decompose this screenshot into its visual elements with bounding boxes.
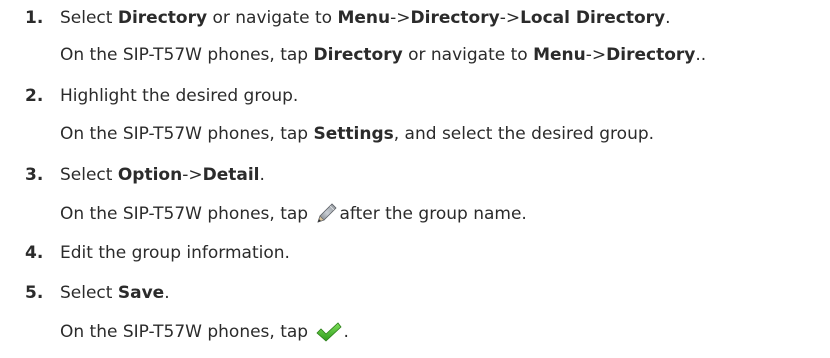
arrow-separator: ->: [182, 165, 203, 185]
procedure-steps: 1. Select Directory or navigate to Menu-…: [0, 0, 830, 358]
text-run: Select: [60, 165, 118, 185]
arrow-separator: ->: [499, 8, 521, 28]
text-run: Select: [60, 8, 118, 28]
step-note-text: On the SIP-T57W phones, tap .: [60, 321, 349, 348]
step-note-text: On the SIP-T57W phones, tap Settings, an…: [60, 124, 654, 144]
step-text: Highlight the desired group.: [60, 86, 299, 106]
ui-term: Directory: [606, 45, 696, 65]
arrow-separator: ->: [585, 45, 607, 65]
text-run: , and select the desired group.: [393, 124, 655, 144]
ui-term: Local Directory: [520, 8, 666, 28]
step-text: Select Directory or navigate to Menu->Di…: [60, 8, 671, 28]
ui-term: Menu: [337, 8, 391, 28]
text-run: On the SIP-T57W phones, tap: [60, 204, 314, 224]
step-text: Select Save.: [60, 283, 170, 303]
ui-term: Menu: [533, 45, 586, 65]
ui-term: Save: [117, 283, 165, 303]
arrow-separator: ->: [390, 8, 411, 28]
step-number: 3.: [25, 165, 44, 185]
text-run: Select: [60, 283, 118, 303]
text-run: .: [164, 283, 170, 303]
text-run: .: [343, 322, 349, 342]
ui-term: Detail: [202, 165, 260, 185]
checkmark-icon: [315, 321, 343, 348]
step-note-text: On the SIP-T57W phones, tap after the gr…: [60, 201, 527, 230]
text-run: or navigate to: [402, 45, 534, 65]
text-run: or navigate to: [207, 8, 338, 28]
step-number: 1.: [25, 8, 44, 28]
text-run: after the group name.: [339, 204, 527, 224]
ui-term: Directory: [313, 45, 403, 65]
step-number: 5.: [25, 283, 44, 303]
text-run: On the SIP-T57W phones, tap: [60, 45, 314, 65]
text-run: .: [259, 165, 265, 185]
ui-term: Directory: [117, 8, 208, 28]
step-number: 4.: [25, 243, 44, 263]
text-run: ..: [695, 45, 707, 65]
step-text: Select Option->Detail.: [60, 165, 265, 185]
step-text: Edit the group information.: [60, 243, 290, 263]
step-note-text: On the SIP-T57W phones, tap Directory or…: [60, 45, 706, 65]
text-run: .: [665, 8, 671, 28]
pencil-edit-icon: [315, 201, 339, 230]
text-run: On the SIP-T57W phones, tap: [60, 322, 314, 342]
text-run: On the SIP-T57W phones, tap: [60, 124, 314, 144]
ui-term: Option: [117, 165, 183, 185]
ui-term: Directory: [410, 8, 500, 28]
ui-term: Settings: [313, 124, 394, 144]
step-number: 2.: [25, 86, 44, 106]
